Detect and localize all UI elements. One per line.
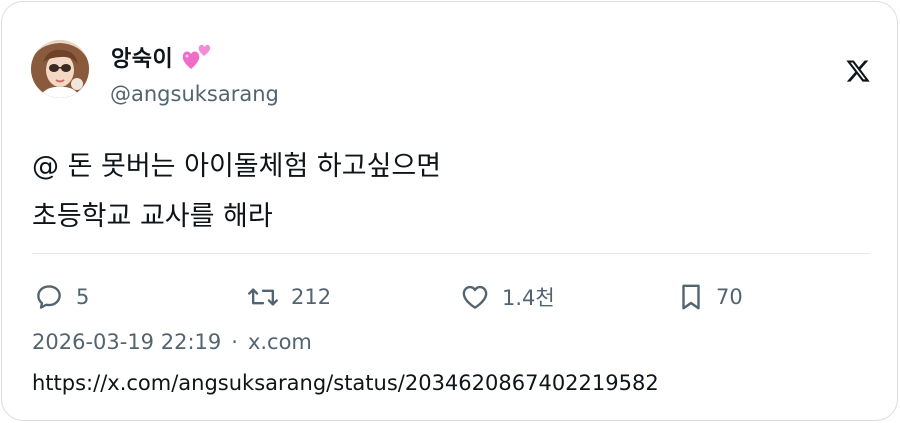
avatar[interactable]: [31, 40, 89, 98]
like-count: 1.4천: [502, 286, 555, 310]
action-bar: 5 212 1.4천 70: [32, 277, 870, 317]
bookmark-icon: [682, 284, 700, 310]
tweet-card: 앙숙이 @angsuksarang @ 돈 못버는 아이돌체험 하고싶으면 초등…: [1, 1, 898, 421]
bookmark-count: 70: [716, 285, 743, 309]
two-hearts-icon: [181, 42, 215, 72]
repost-count: 212: [291, 285, 332, 309]
source-domain[interactable]: x.com: [248, 330, 312, 354]
tweet-url[interactable]: https://x.com/angsuksarang/status/203462…: [32, 371, 659, 395]
avatar-photo: [31, 40, 89, 98]
reply-count: 5: [76, 285, 90, 309]
reply-icon: [37, 285, 61, 309]
reply-button[interactable]: 5: [34, 277, 89, 317]
display-name[interactable]: 앙숙이: [111, 41, 173, 73]
divider: [32, 253, 870, 254]
timestamp[interactable]: 2026-03-19 22:19: [32, 330, 221, 354]
x-logo-icon[interactable]: [845, 58, 871, 84]
display-name-row: 앙숙이: [111, 40, 215, 74]
tweet-meta: 2026-03-19 22:19 · x.com: [32, 330, 312, 354]
meta-separator: ·: [231, 330, 238, 354]
heart-icon: [462, 285, 488, 309]
bookmark-button[interactable]: 70: [678, 277, 743, 317]
tweet-line: 초등학교 교사를 해라: [32, 201, 273, 232]
like-button[interactable]: 1.4천: [460, 277, 555, 317]
repost-icon: [248, 288, 278, 306]
user-handle[interactable]: @angsuksarang: [110, 82, 279, 106]
tweet-text: @ 돈 못버는 아이돌체험 하고싶으면 초등학교 교사를 해라: [32, 142, 441, 242]
tweet-line: @ 돈 못버는 아이돌체험 하고싶으면: [32, 151, 442, 182]
repost-button[interactable]: 212: [247, 277, 331, 317]
